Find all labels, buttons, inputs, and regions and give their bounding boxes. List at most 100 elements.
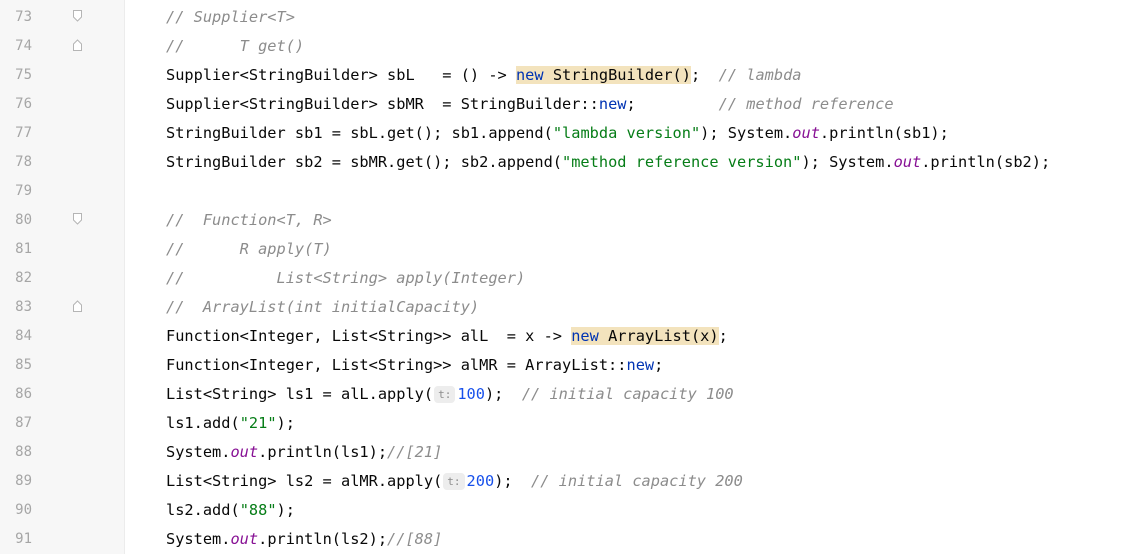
parameter-hint: t: bbox=[443, 473, 465, 490]
code-token: 100 bbox=[457, 385, 485, 403]
code-token: ; bbox=[718, 327, 728, 345]
code-token: System. bbox=[166, 530, 231, 548]
line-number: 73 bbox=[15, 9, 32, 25]
code-line[interactable]: 86 List<String> ls1 = alL.apply(t: 100); /… bbox=[0, 380, 1134, 409]
code-token: ); bbox=[276, 414, 295, 432]
code-token: ArrayList(x) bbox=[608, 327, 719, 345]
code-token: out bbox=[230, 443, 259, 461]
code-token: new bbox=[515, 66, 544, 84]
line-number: 74 bbox=[15, 38, 32, 54]
code-token: System. bbox=[166, 443, 231, 461]
code-token: ); System. bbox=[801, 153, 894, 171]
code-token: ls2.add( bbox=[166, 501, 240, 519]
code-token: //[21] bbox=[387, 443, 443, 461]
code-token: new bbox=[626, 356, 655, 374]
line-number: 75 bbox=[15, 67, 32, 83]
code-line[interactable]: 88 System.out.println(ls1);//[21] bbox=[0, 438, 1134, 467]
code-text: // R apply(T) bbox=[166, 235, 332, 264]
code-line[interactable]: 78 StringBuilder sb2 = sbMR.get(); sb2.ap… bbox=[0, 148, 1134, 177]
fold-start-icon[interactable] bbox=[73, 10, 82, 22]
code-text: Function<Integer, List<String>> alL = x … bbox=[166, 322, 728, 351]
code-line[interactable]: 87 ls1.add("21"); bbox=[0, 409, 1134, 438]
code-line[interactable]: 75 Supplier<StringBuilder> sbL = () -> ne… bbox=[0, 61, 1134, 90]
code-token: Function<Integer, List<String>> alMR = A… bbox=[166, 356, 627, 374]
code-token: Supplier<StringBuilder> sbMR = StringBui… bbox=[166, 95, 599, 113]
code-token: // Supplier<T> bbox=[166, 8, 295, 26]
code-token: "88" bbox=[239, 501, 277, 519]
code-token: .println(sb2); bbox=[921, 153, 1051, 171]
code-token: new bbox=[571, 327, 599, 345]
code-token: "21" bbox=[239, 414, 277, 432]
code-token: // T get() bbox=[166, 37, 305, 55]
line-number: 82 bbox=[15, 270, 32, 286]
fold-end-icon[interactable] bbox=[73, 300, 82, 312]
code-line[interactable]: 91 System.out.println(ls2);//[88] bbox=[0, 525, 1134, 554]
code-token: Function<Integer, List<String>> alL = x … bbox=[166, 327, 572, 345]
code-token: // ArrayList(int initialCapacity) bbox=[166, 298, 480, 316]
code-token: ); bbox=[484, 385, 522, 403]
line-number: 83 bbox=[15, 299, 32, 315]
code-line[interactable]: 74 // T get() bbox=[0, 32, 1134, 61]
code-line[interactable]: 83 // ArrayList(int initialCapacity) bbox=[0, 293, 1134, 322]
code-token: new bbox=[598, 95, 627, 113]
code-line[interactable]: 85 Function<Integer, List<String>> alMR =… bbox=[0, 351, 1134, 380]
code-token: out bbox=[792, 124, 820, 142]
code-token: ; bbox=[654, 356, 664, 374]
code-token: // initial capacity 200 bbox=[531, 472, 743, 490]
code-token: ); System. bbox=[700, 124, 793, 142]
code-text: ls1.add("21"); bbox=[166, 409, 295, 438]
fold-end-icon[interactable] bbox=[73, 39, 82, 51]
line-number: 76 bbox=[15, 96, 32, 112]
line-number: 79 bbox=[15, 183, 32, 199]
code-text: List<String> ls2 = alMR.apply(t: 200); //… bbox=[166, 467, 743, 496]
line-number: 80 bbox=[15, 212, 32, 228]
code-token: .println(ls1); bbox=[258, 443, 388, 461]
code-line[interactable]: 76 Supplier<StringBuilder> sbMR = StringB… bbox=[0, 90, 1134, 119]
code-token: ; bbox=[626, 95, 719, 113]
code-text: // ArrayList(int initialCapacity) bbox=[166, 293, 479, 322]
code-token: Supplier<StringBuilder> sbL = () -> bbox=[166, 66, 516, 84]
fold-start-icon[interactable] bbox=[73, 213, 82, 225]
code-token: List<String> ls2 = alMR.apply( bbox=[166, 472, 443, 490]
code-text: Function<Integer, List<String>> alMR = A… bbox=[166, 351, 663, 380]
code-token: // initial capacity 100 bbox=[521, 385, 734, 403]
line-number: 84 bbox=[15, 328, 32, 344]
code-text: // Function<T, R> bbox=[166, 206, 332, 235]
code-token: ); bbox=[494, 472, 532, 490]
code-text: Supplier<StringBuilder> sbMR = StringBui… bbox=[166, 90, 894, 119]
code-token: ); bbox=[276, 501, 295, 519]
code-token: .println(sb1); bbox=[819, 124, 949, 142]
code-token bbox=[543, 66, 553, 84]
code-text: // T get() bbox=[166, 32, 304, 61]
line-number: 87 bbox=[15, 415, 32, 431]
line-number: 89 bbox=[15, 473, 32, 489]
code-token: StringBuilder sb2 = sbMR.get(); sb2.appe… bbox=[166, 153, 563, 171]
line-number: 81 bbox=[15, 241, 32, 257]
code-token: 200 bbox=[466, 472, 495, 490]
line-number: 88 bbox=[15, 444, 32, 460]
line-number: 90 bbox=[15, 502, 32, 518]
code-line[interactable]: 79 bbox=[0, 177, 1134, 206]
code-text: // Supplier<T> bbox=[166, 3, 295, 32]
code-line[interactable]: 82 // List<String> apply(Integer) bbox=[0, 264, 1134, 293]
code-text: StringBuilder sb2 = sbMR.get(); sb2.appe… bbox=[166, 148, 1050, 177]
code-line[interactable]: 84 Function<Integer, List<String>> alL = … bbox=[0, 322, 1134, 351]
code-line[interactable]: 77 StringBuilder sb1 = sbL.get(); sb1.app… bbox=[0, 119, 1134, 148]
code-token: "method reference version" bbox=[562, 153, 802, 171]
code-text: StringBuilder sb1 = sbL.get(); sb1.appen… bbox=[166, 119, 949, 148]
code-token bbox=[598, 327, 609, 345]
line-number: 91 bbox=[15, 531, 32, 547]
code-token: "lambda version" bbox=[552, 124, 701, 142]
code-line[interactable]: 89 List<String> ls2 = alMR.apply(t: 200); … bbox=[0, 467, 1134, 496]
code-token: // Function<T, R> bbox=[166, 211, 332, 229]
line-number: 86 bbox=[15, 386, 32, 402]
code-line[interactable]: 90 ls2.add("88"); bbox=[0, 496, 1134, 525]
code-text: System.out.println(ls2);//[88] bbox=[166, 525, 442, 554]
code-line[interactable]: 81 // R apply(T) bbox=[0, 235, 1134, 264]
code-line[interactable]: 80 // Function<T, R> bbox=[0, 206, 1134, 235]
code-token: StringBuilder sb1 = sbL.get(); sb1.appen… bbox=[166, 124, 553, 142]
code-text: // List<String> apply(Integer) bbox=[166, 264, 525, 293]
code-token: // lambda bbox=[718, 66, 802, 84]
code-token: out bbox=[230, 530, 259, 548]
code-line[interactable]: 73 // Supplier<T> bbox=[0, 3, 1134, 32]
